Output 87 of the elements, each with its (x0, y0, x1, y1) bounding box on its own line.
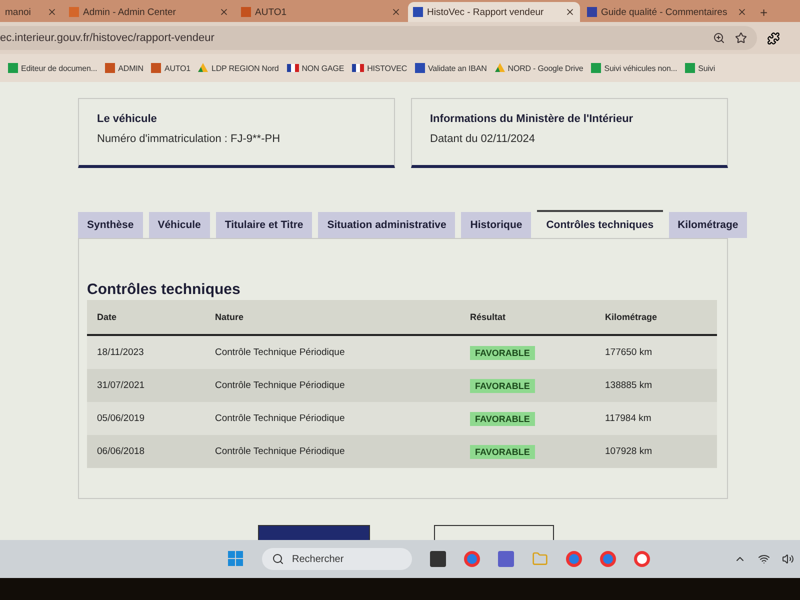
result-badge: FAVORABLE (470, 378, 535, 392)
tab[interactable]: Situation administrative (318, 212, 456, 238)
tab-favicon-icon (69, 7, 79, 17)
section-title: Contrôles techniques (87, 281, 242, 298)
bookmark-label: HISTOVEC (367, 64, 408, 72)
bookmark[interactable]: HISTOVEC (352, 64, 408, 72)
table-cell-text: 31/07/2021 (97, 380, 146, 391)
sheet-icon (685, 63, 696, 73)
browser-tab[interactable]: Guide qualité - Commentaires (582, 2, 752, 22)
table-cell-text: 05/06/2019 (97, 413, 146, 424)
bank-icon (415, 63, 426, 73)
tab[interactable]: Véhicule (148, 212, 210, 238)
bookmark[interactable]: Suivi (685, 63, 716, 73)
bookmark[interactable]: Validate an IBAN (415, 63, 487, 73)
bookmark[interactable]: NON GAGE (286, 64, 344, 72)
bookmark-label: Validate an IBAN (428, 64, 487, 72)
bookmark-label: LDP REGION Nord (211, 64, 279, 72)
close-icon[interactable] (565, 7, 575, 17)
speaker-icon[interactable] (782, 553, 794, 565)
close-icon[interactable] (391, 7, 401, 17)
result-badge: FAVORABLE (470, 412, 535, 426)
close-icon[interactable] (737, 7, 747, 17)
tab[interactable]: Historique (461, 212, 532, 238)
table-cell-text: 06/06/2018 (97, 446, 146, 457)
sheet-icon (8, 63, 18, 73)
table-cell-text: 107928 km (605, 446, 654, 457)
card-title: Informations du Ministère de l'Intérieur (430, 113, 634, 125)
tab[interactable]: Titulaire et Titre (216, 212, 312, 238)
column-header: Résultat (470, 312, 507, 322)
browser-icon[interactable] (566, 551, 582, 567)
table-cell-text: Contrôle Technique Périodique (215, 446, 346, 457)
bookmark[interactable]: Editeur de documen... (8, 63, 98, 73)
sheet-icon (591, 63, 602, 73)
card-title: Le véhicule (97, 113, 158, 125)
star-icon[interactable] (735, 32, 747, 44)
table-cell-text: Contrôle Technique Périodique (215, 380, 346, 391)
triangle-icon (198, 63, 208, 73)
date-text: Datant du 02/11/2024 (430, 133, 536, 145)
puzzle-icon[interactable] (767, 32, 780, 44)
new-tab-button[interactable]: + (754, 5, 774, 22)
browser-tab[interactable]: HistoVec - Rapport vendeur (408, 2, 580, 22)
browser-tab[interactable]: manoi (0, 2, 62, 22)
square-icon (105, 63, 116, 73)
browser-icon[interactable] (600, 551, 616, 567)
bookmark[interactable]: Suivi véhicules non... (591, 63, 678, 73)
result-badge: FAVORABLE (470, 444, 535, 458)
result-badge: FAVORABLE (470, 346, 535, 360)
bookmark[interactable]: AUTO1 (151, 63, 190, 73)
table-cell-text: Contrôle Technique Périodique (215, 413, 346, 424)
table-cell-text: 177650 km (605, 347, 654, 358)
opera-icon[interactable] (634, 551, 650, 567)
bookmark-label: NORD - Google Drive (508, 64, 584, 72)
column-header: Date (97, 312, 118, 322)
column-header: Nature (215, 312, 245, 322)
browser-tab[interactable]: AUTO1 (236, 2, 406, 22)
zoom-icon[interactable] (713, 32, 725, 44)
bookmark-label: NON GAGE (302, 64, 344, 72)
bookmark[interactable]: ADMIN (105, 63, 144, 73)
search-icon (272, 553, 284, 565)
taskbar-search-field[interactable]: Rechercher (262, 548, 412, 570)
address-field[interactable]: ec.interieur.gouv.fr/histovec/rapport-vendeur (0, 26, 757, 50)
column-header: Kilométrage (605, 312, 658, 322)
close-icon[interactable] (47, 7, 57, 17)
browser-icon[interactable] (464, 551, 480, 567)
table-cell-text: 138885 km (605, 380, 654, 391)
flag-icon (352, 64, 364, 72)
bookmark-label: Suivi (698, 64, 716, 72)
flag-icon (286, 64, 299, 72)
tab[interactable]: Kilométrage (668, 212, 748, 238)
browser-tab[interactable]: Admin - Admin Center (64, 2, 234, 22)
square-icon (151, 63, 162, 73)
tab-favicon-icon (587, 7, 597, 17)
triangle-icon (494, 63, 505, 73)
bookmark[interactable]: NORD - Google Drive (494, 63, 584, 73)
bookmark-label: AUTO1 (164, 64, 190, 72)
close-icon[interactable] (219, 7, 229, 17)
bookmark-label: Suivi véhicules non... (604, 64, 678, 72)
registration-text: Numéro d'immatriculation : FJ-9**-PH (97, 133, 282, 145)
tab-favicon-icon (413, 7, 423, 17)
table-cell-text: 18/11/2023 (97, 347, 145, 358)
table-cell-text: 117984 km (605, 413, 652, 424)
bookmark[interactable]: LDP REGION Nord (198, 63, 279, 73)
tab[interactable]: Synthèse (78, 212, 143, 238)
table-cell-text: Contrôle Technique Périodique (215, 347, 346, 358)
tab-favicon-icon (241, 7, 251, 17)
bookmark-label: ADMIN (118, 64, 144, 72)
bookmark-label: Editeur de documen... (21, 64, 98, 72)
